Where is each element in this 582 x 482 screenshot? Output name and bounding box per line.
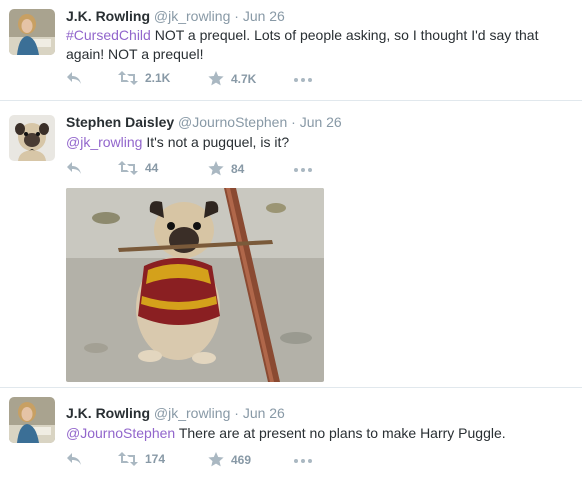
more-icon xyxy=(294,168,312,172)
more-icon xyxy=(294,459,312,463)
separator: · xyxy=(234,8,239,24)
tweet-header: Stephen Daisley @JournoStephen · Jun 26 xyxy=(66,113,342,131)
retweet-count: 44 xyxy=(145,161,159,175)
mention-link[interactable]: @jk_rowling xyxy=(66,134,142,150)
retweet-icon xyxy=(118,161,138,175)
tweet-header: J.K. Rowling @jk_rowling · Jun 26 xyxy=(66,7,285,25)
retweet-count: 2.1K xyxy=(145,71,171,85)
timestamp[interactable]: Jun 26 xyxy=(300,114,342,130)
reply-icon xyxy=(66,452,82,466)
author-handle[interactable]: @jk_rowling xyxy=(154,8,230,24)
like-count: 4.7K xyxy=(231,71,257,86)
avatar[interactable] xyxy=(9,115,55,161)
retweet-button[interactable]: 2.1K xyxy=(118,71,170,85)
tweet[interactable]: Stephen Daisley @JournoStephen · Jun 26 … xyxy=(0,101,582,388)
author-handle[interactable]: @JournoStephen xyxy=(178,114,287,130)
star-icon xyxy=(208,71,224,86)
tweet[interactable]: J.K. Rowling @jk_rowling · Jun 26 @Journ… xyxy=(0,388,582,482)
reply-icon xyxy=(66,71,82,85)
avatar[interactable] xyxy=(9,9,55,55)
more-icon xyxy=(294,78,312,82)
tweet-text: @JournoStephen There are at present no p… xyxy=(66,424,572,443)
retweet-icon xyxy=(118,71,138,85)
star-icon xyxy=(208,161,224,176)
retweet-button[interactable]: 44 xyxy=(118,161,158,175)
tweet-photo[interactable] xyxy=(66,188,324,382)
retweet-count: 174 xyxy=(145,452,166,466)
like-count: 469 xyxy=(231,452,252,467)
like-button[interactable]: 469 xyxy=(208,452,251,467)
reply-button[interactable] xyxy=(66,452,82,466)
separator: · xyxy=(291,114,296,130)
tweet[interactable]: J.K. Rowling @jk_rowling · Jun 26 #Curse… xyxy=(0,0,582,101)
tweet-text: @jk_rowling It's not a pugquel, is it? xyxy=(66,133,572,152)
reply-button[interactable] xyxy=(66,161,82,175)
reply-icon xyxy=(66,161,82,175)
timestamp[interactable]: Jun 26 xyxy=(243,8,285,24)
retweet-button[interactable]: 174 xyxy=(118,452,165,466)
author-handle[interactable]: @jk_rowling xyxy=(154,405,230,421)
hashtag-link[interactable]: #CursedChild xyxy=(66,27,151,43)
mention-link[interactable]: @JournoStephen xyxy=(66,425,175,441)
timestamp[interactable]: Jun 26 xyxy=(243,405,285,421)
reply-button[interactable] xyxy=(66,71,82,85)
avatar[interactable] xyxy=(9,397,55,443)
author-name[interactable]: J.K. Rowling xyxy=(66,8,150,24)
retweet-icon xyxy=(118,452,138,466)
more-button[interactable] xyxy=(294,168,312,172)
tweet-text: #CursedChild NOT a prequel. Lots of peop… xyxy=(66,26,572,64)
author-name[interactable]: Stephen Daisley xyxy=(66,114,174,130)
author-name[interactable]: J.K. Rowling xyxy=(66,405,150,421)
like-count: 84 xyxy=(231,161,245,176)
tweet-header: J.K. Rowling @jk_rowling · Jun 26 xyxy=(66,404,285,422)
star-icon xyxy=(208,452,224,467)
like-button[interactable]: 4.7K xyxy=(208,71,256,86)
more-button[interactable] xyxy=(294,78,312,82)
more-button[interactable] xyxy=(294,459,312,463)
separator: · xyxy=(234,405,239,421)
tweet-body: There are at present no plans to make Ha… xyxy=(175,425,506,441)
tweet-body: It's not a pugquel, is it? xyxy=(142,134,290,150)
like-button[interactable]: 84 xyxy=(208,161,244,176)
